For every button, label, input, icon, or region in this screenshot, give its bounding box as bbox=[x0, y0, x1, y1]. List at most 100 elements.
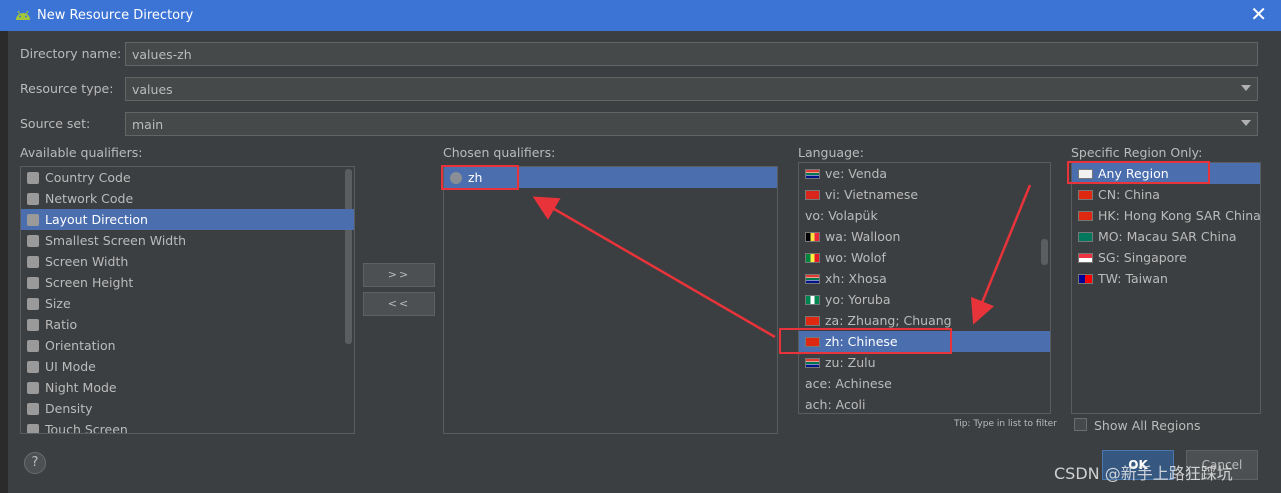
list-item-label: yo: Yoruba bbox=[825, 292, 891, 307]
list-item[interactable]: Touch Screen bbox=[21, 419, 354, 434]
list-item[interactable]: Density bbox=[21, 398, 354, 419]
region-label: Specific Region Only: bbox=[1071, 145, 1203, 160]
list-item-label: Screen Height bbox=[45, 275, 134, 290]
csdn-watermark: CSDN @新手上路狂踩坑 bbox=[1054, 464, 1233, 483]
touch-screen-icon bbox=[27, 424, 39, 433]
list-item[interactable]: vo: Volapük bbox=[799, 205, 1050, 226]
smallest-width-icon bbox=[27, 235, 39, 247]
list-item-label: SG: Singapore bbox=[1098, 250, 1187, 265]
list-item[interactable]: wa: Walloon bbox=[799, 226, 1050, 247]
source-set-dropdown[interactable]: main bbox=[125, 112, 1258, 136]
list-item[interactable]: HK: Hong Kong SAR China bbox=[1072, 205, 1260, 226]
android-studio-icon bbox=[16, 10, 30, 20]
language-tip: Tip: Type in list to filter bbox=[954, 419, 1057, 429]
list-item[interactable]: CN: China bbox=[1072, 184, 1260, 205]
list-item[interactable]: ach: Acoli bbox=[799, 394, 1050, 413]
source-set-label: Source set: bbox=[20, 116, 91, 131]
flag-sg-icon bbox=[1078, 253, 1093, 263]
remove-qualifier-button[interactable]: << bbox=[363, 292, 435, 316]
list-item[interactable]: Screen Width bbox=[21, 251, 354, 272]
ui-mode-icon bbox=[27, 361, 39, 373]
resource-type-value: values bbox=[132, 82, 173, 97]
flag-za-icon bbox=[805, 358, 820, 368]
list-item-label: Smallest Screen Width bbox=[45, 233, 187, 248]
add-qualifier-button[interactable]: >> bbox=[363, 263, 435, 287]
density-icon bbox=[27, 403, 39, 415]
list-item-label: Night Mode bbox=[45, 380, 117, 395]
help-button[interactable]: ? bbox=[24, 452, 46, 474]
list-item[interactable]: Size bbox=[21, 293, 354, 314]
show-all-regions-checkbox[interactable] bbox=[1074, 418, 1087, 431]
list-item-label: CN: China bbox=[1098, 187, 1160, 202]
screen-height-icon bbox=[27, 277, 39, 289]
background-window-edge bbox=[0, 31, 8, 493]
list-item-label: Network Code bbox=[45, 191, 134, 206]
layout-direction-icon bbox=[27, 214, 39, 226]
chevron-down-icon bbox=[1241, 120, 1251, 126]
resource-type-dropdown[interactable]: values bbox=[125, 77, 1258, 101]
list-item[interactable]: Layout Direction bbox=[21, 209, 354, 230]
flag-cn-icon bbox=[805, 316, 820, 326]
annotation-box-zh-chinese bbox=[779, 328, 952, 354]
list-item[interactable]: UI Mode bbox=[21, 356, 354, 377]
list-item-label: xh: Xhosa bbox=[825, 271, 887, 286]
chevron-down-icon bbox=[1241, 85, 1251, 91]
list-item[interactable]: Orientation bbox=[21, 335, 354, 356]
flag-tw-icon bbox=[1078, 274, 1093, 284]
list-item-label: Country Code bbox=[45, 170, 131, 185]
flag-ng-icon bbox=[805, 295, 820, 305]
flag-za-icon bbox=[805, 169, 820, 179]
list-item-label: Touch Screen bbox=[45, 422, 128, 434]
available-qualifiers-list[interactable]: Country Code Network Code Layout Direction… bbox=[20, 166, 355, 434]
list-item[interactable]: Night Mode bbox=[21, 377, 354, 398]
flag-cn-icon bbox=[1078, 190, 1093, 200]
list-item-label: vi: Vietnamese bbox=[825, 187, 919, 202]
list-item[interactable]: Screen Height bbox=[21, 272, 354, 293]
chosen-qualifiers-label: Chosen qualifiers: bbox=[443, 145, 556, 160]
list-item-label: wa: Walloon bbox=[825, 229, 901, 244]
list-item[interactable]: xh: Xhosa bbox=[799, 268, 1050, 289]
list-item[interactable]: Country Code bbox=[21, 167, 354, 188]
list-item[interactable]: yo: Yoruba bbox=[799, 289, 1050, 310]
resource-type-label: Resource type: bbox=[20, 81, 114, 96]
list-item[interactable]: ve: Venda bbox=[799, 163, 1050, 184]
flag-vn-icon bbox=[805, 190, 820, 200]
list-item[interactable]: Smallest Screen Width bbox=[21, 230, 354, 251]
screen-width-icon bbox=[27, 256, 39, 268]
list-item[interactable]: vi: Vietnamese bbox=[799, 184, 1050, 205]
list-item[interactable]: TW: Taiwan bbox=[1072, 268, 1260, 289]
directory-name-field[interactable]: values-zh bbox=[125, 42, 1258, 66]
list-item[interactable]: MO: Macau SAR China bbox=[1072, 226, 1260, 247]
list-item-label: HK: Hong Kong SAR China bbox=[1098, 208, 1261, 223]
flag-za-icon bbox=[805, 274, 820, 284]
annotation-box-chosen-zh bbox=[441, 165, 519, 190]
directory-name-label: Directory name: bbox=[20, 46, 122, 61]
list-item-label: Ratio bbox=[45, 317, 78, 332]
country-code-icon bbox=[27, 172, 39, 184]
list-item[interactable]: Network Code bbox=[21, 188, 354, 209]
list-item-label: Orientation bbox=[45, 338, 116, 353]
list-item-label: vo: Volapük bbox=[805, 208, 878, 223]
window-title: New Resource Directory bbox=[37, 8, 194, 23]
language-label: Language: bbox=[798, 145, 864, 160]
source-set-value: main bbox=[132, 117, 164, 132]
size-icon bbox=[27, 298, 39, 310]
available-qualifiers-label: Available qualifiers: bbox=[20, 145, 143, 160]
close-icon[interactable]: ✕ bbox=[1250, 4, 1267, 24]
list-item-label: ve: Venda bbox=[825, 166, 888, 181]
chosen-qualifiers-list[interactable]: zh bbox=[443, 166, 778, 434]
region-list[interactable]: Any Region CN: China HK: Hong Kong SAR Chi… bbox=[1071, 162, 1261, 414]
list-item[interactable]: zu: Zulu bbox=[799, 352, 1050, 373]
list-item[interactable]: ace: Achinese bbox=[799, 373, 1050, 394]
list-item-label: UI Mode bbox=[45, 359, 96, 374]
list-item[interactable]: SG: Singapore bbox=[1072, 247, 1260, 268]
list-item[interactable]: wo: Wolof bbox=[799, 247, 1050, 268]
list-item-label: wo: Wolof bbox=[825, 250, 886, 265]
list-item[interactable]: Ratio bbox=[21, 314, 354, 335]
list-item-label: Density bbox=[45, 401, 93, 416]
flag-be-icon bbox=[805, 232, 820, 242]
language-list[interactable]: ve: Venda vi: Vietnamese vo: Volapük wa: Wa… bbox=[798, 162, 1051, 414]
annotation-box-any-region bbox=[1067, 161, 1210, 184]
flag-sn-icon bbox=[805, 253, 820, 263]
network-code-icon bbox=[27, 193, 39, 205]
